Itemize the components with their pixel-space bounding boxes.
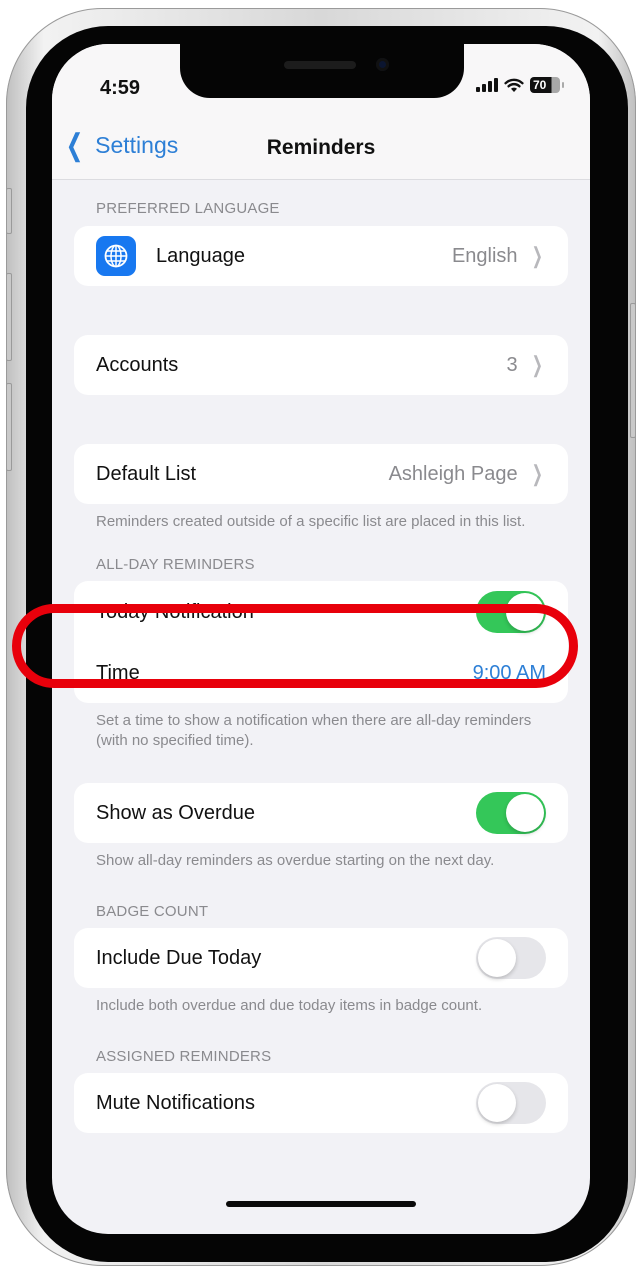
silent-switch	[6, 188, 12, 234]
accounts-count: 3	[506, 353, 518, 376]
all-day-footer: Set a time to show a notification when t…	[96, 712, 532, 749]
today-notification-label: Today Notification	[96, 600, 254, 623]
language-row[interactable]: Language English ❯	[74, 226, 568, 286]
chevron-right-icon: ❯	[531, 243, 543, 268]
home-indicator[interactable]	[226, 1201, 416, 1207]
accounts-label: Accounts	[96, 353, 179, 376]
language-label: Language	[156, 244, 245, 267]
battery-percent: 70	[533, 78, 547, 92]
page-title: Reminders	[266, 136, 376, 159]
mute-notifications-toggle[interactable]	[476, 1082, 546, 1124]
status-time: 4:59	[100, 77, 141, 99]
section-header-badge-count: BADGE COUNT	[96, 903, 209, 920]
include-due-today-toggle[interactable]	[476, 937, 546, 979]
toggle-knob	[478, 939, 516, 977]
all-day-card: Today Notification Time 9:00 AM	[74, 581, 568, 703]
settings-list: PREFERRED LANGUAGE Language English ❯ Ac…	[74, 180, 568, 1133]
default-list-value: Ashleigh Page	[388, 462, 518, 485]
default-list-footer: Reminders created outside of a specific …	[96, 513, 526, 530]
badge-count-footer: Include both overdue and due today items…	[96, 997, 483, 1014]
today-notification-toggle[interactable]	[476, 591, 546, 633]
include-due-today-label: Include Due Today	[96, 946, 262, 969]
language-card: Language English ❯	[74, 226, 568, 286]
chevron-right-icon: ❯	[531, 461, 543, 486]
include-due-today-row: Include Due Today	[74, 928, 568, 988]
default-list-card: Default List Ashleigh Page ❯	[74, 444, 568, 504]
default-list-row[interactable]: Default List Ashleigh Page ❯	[74, 444, 568, 504]
show-as-overdue-label: Show as Overdue	[96, 801, 255, 824]
accounts-card: Accounts 3 ❯	[74, 335, 568, 395]
side-button	[630, 303, 636, 438]
section-header-all-day-reminders: ALL-DAY REMINDERS	[96, 556, 255, 573]
volume-up-button	[6, 273, 12, 361]
speaker-grille	[284, 61, 356, 69]
show-as-overdue-toggle[interactable]	[476, 792, 546, 834]
section-header-preferred-language: PREFERRED LANGUAGE	[96, 200, 280, 217]
time-value: 9:00 AM	[472, 661, 546, 684]
section-header-assigned-reminders: ASSIGNED REMINDERS	[96, 1048, 272, 1065]
cellular-signal-icon	[476, 78, 498, 92]
notch	[180, 44, 464, 98]
mute-notifications-label: Mute Notifications	[96, 1091, 255, 1114]
battery-icon: 70	[530, 77, 564, 93]
assigned-card: Mute Notifications	[74, 1073, 568, 1133]
chevron-right-icon: ❯	[531, 352, 543, 377]
default-list-label: Default List	[96, 462, 197, 485]
time-label: Time	[96, 661, 140, 684]
toggle-knob	[478, 1084, 516, 1122]
wifi-icon	[504, 78, 524, 92]
volume-down-button	[6, 383, 12, 471]
show-as-overdue-row: Show as Overdue	[74, 783, 568, 843]
toggle-knob	[506, 593, 544, 631]
today-notification-row: Today Notification	[74, 581, 568, 643]
time-row[interactable]: Time 9:00 AM	[74, 643, 568, 703]
status-icons: 70	[476, 77, 564, 93]
language-value: English	[451, 244, 518, 267]
overdue-footer: Show all-day reminders as overdue starti…	[96, 852, 495, 869]
screen: 4:59 70 ❮ Settings Reminders PREFERRED L…	[52, 44, 590, 1234]
front-camera	[376, 58, 389, 71]
overdue-card: Show as Overdue	[74, 783, 568, 843]
toggle-knob	[506, 794, 544, 832]
globe-icon	[96, 236, 136, 276]
badge-count-card: Include Due Today	[74, 928, 568, 988]
mute-notifications-row: Mute Notifications	[74, 1073, 568, 1133]
accounts-row[interactable]: Accounts 3 ❯	[74, 335, 568, 395]
